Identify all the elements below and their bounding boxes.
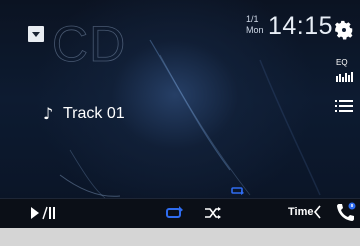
list-menu-icon[interactable] [335, 99, 353, 113]
source-title: CD [52, 16, 127, 72]
source-menu-button[interactable] [28, 26, 44, 42]
repeat-indicator-icon [231, 187, 244, 195]
chevron-left-icon[interactable] [313, 205, 321, 219]
date-display: 1/1 Mon [246, 15, 264, 35]
shuffle-icon[interactable] [204, 206, 222, 220]
date-month-day: 1/1 [246, 14, 259, 24]
repeat-icon[interactable] [165, 205, 185, 221]
clock-time: 14:15 [268, 12, 334, 40]
chevron-down-icon [32, 32, 40, 37]
cd-player-screen: CD 1/1 Mon 14:15 EQ ♪ Track 01 Time [0, 0, 360, 246]
equalizer-icon [336, 72, 353, 82]
bottom-strip [0, 228, 360, 246]
eq-button[interactable]: EQ [336, 58, 354, 82]
time-mode-label[interactable]: Time [288, 205, 313, 219]
play-pause-icon[interactable] [30, 206, 56, 220]
music-note-icon: ♪ [43, 104, 54, 123]
phone-icon[interactable] [335, 201, 357, 223]
date-weekday: Mon [246, 25, 264, 35]
gear-icon[interactable] [333, 19, 355, 41]
eq-label: EQ [336, 58, 348, 67]
track-label: Track 01 [63, 105, 125, 122]
